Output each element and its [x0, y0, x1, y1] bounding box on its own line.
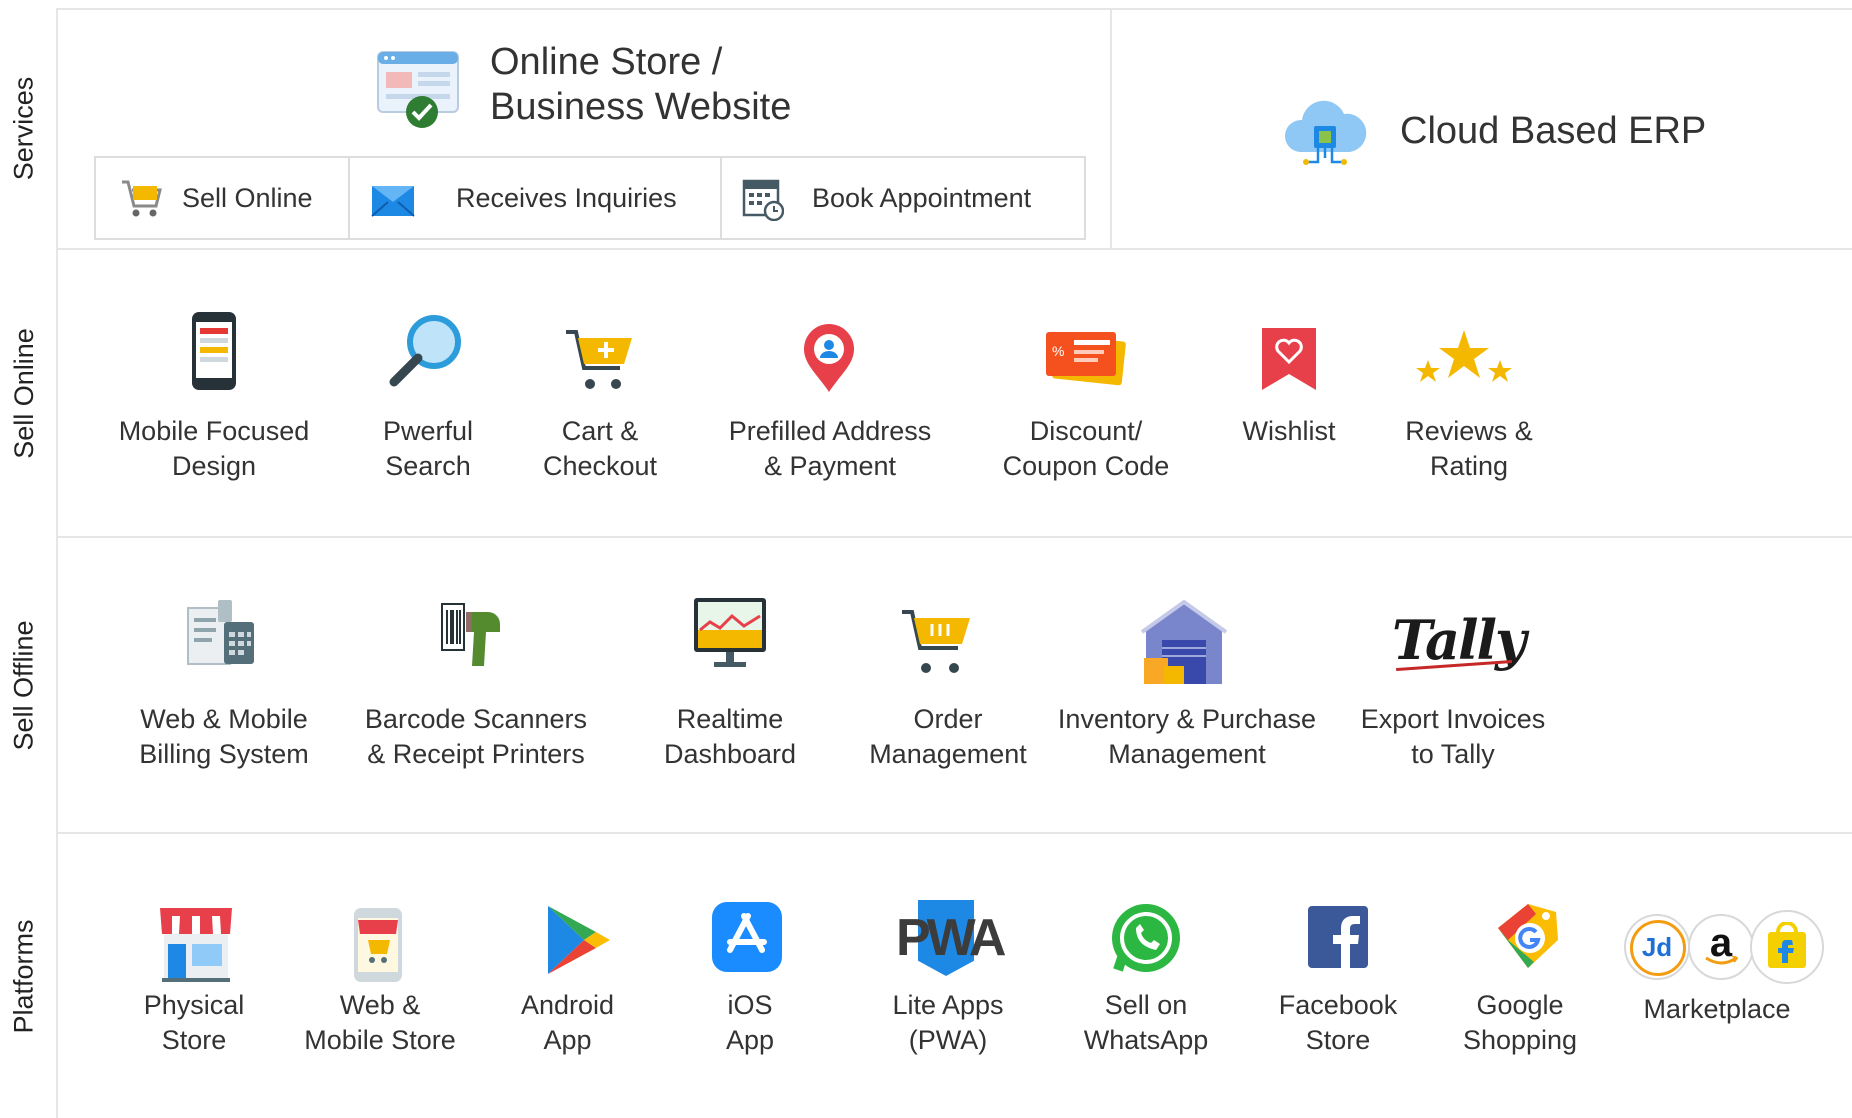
- facebook-icon: [1308, 906, 1368, 968]
- flipkart-logo: [1750, 910, 1824, 984]
- coupon-icon: %: [1046, 332, 1126, 386]
- services-divider: [1110, 8, 1112, 248]
- website-features-bar: Sell Online Receives Inquiries Book Appo…: [94, 156, 1086, 240]
- marketplace-logos-icon: Jd a: [1624, 910, 1830, 984]
- platform-google-shopping: Google Shopping: [1462, 990, 1578, 1055]
- warehouse-icon: [1140, 600, 1228, 684]
- justdial-logo: Jd: [1624, 914, 1690, 980]
- row-label-sell-offline: Sell Offline: [8, 619, 39, 751]
- location-pin-icon: [804, 324, 854, 392]
- row-label-divider: [56, 8, 58, 1118]
- row-label-services: Services: [8, 76, 39, 180]
- amazon-logo: a: [1688, 914, 1754, 980]
- feature-wishlist: Wishlist: [1242, 416, 1336, 446]
- envelope-icon: [371, 186, 415, 217]
- cart-add-icon: [566, 330, 632, 389]
- physical-store-icon: [160, 908, 232, 982]
- platform-ios-app: iOS App: [725, 990, 775, 1055]
- feature-reviews-rating: Reviews & Rating: [1405, 416, 1533, 481]
- platform-lite-apps: Lite Apps (PWA): [892, 990, 1004, 1055]
- mobile-phone-icon: [192, 312, 236, 390]
- dashboard-monitor-icon: [694, 598, 766, 667]
- receives-inquiries-label: Receives Inquiries: [456, 182, 677, 213]
- platform-marketplace: Marketplace: [1643, 994, 1791, 1024]
- row-divider-3: [56, 832, 1852, 834]
- barcode-scanner-icon: [441, 603, 500, 666]
- svg-text:%: %: [1052, 343, 1064, 359]
- google-shopping-icon: [1498, 904, 1558, 968]
- platform-facebook-store: Facebook Store: [1278, 990, 1398, 1055]
- feature-billing-system: Web & Mobile Billing System: [139, 704, 309, 769]
- online-store-title: Online Store / Business Website: [490, 41, 792, 128]
- book-appointment-feature: Book Appointment: [722, 158, 1084, 238]
- shopping-cart-icon: [122, 180, 162, 217]
- feature-inventory-purchase: Inventory & Purchase Management: [1057, 704, 1317, 769]
- top-border: [56, 8, 1852, 10]
- pwa-logo: PWA: [896, 900, 1006, 976]
- tally-logo: Tally: [1392, 608, 1526, 672]
- row-label-sell-online: Sell Online: [8, 327, 39, 459]
- platform-web-mobile-store: Web & Mobile Store: [304, 990, 456, 1055]
- row-divider-2: [56, 536, 1852, 538]
- book-appointment-label: Book Appointment: [812, 182, 1032, 213]
- feature-mobile-focused-design: Mobile Focused Design: [118, 416, 310, 481]
- receives-inquiries-feature: Receives Inquiries: [350, 158, 722, 238]
- feature-order-management: Order Management: [869, 704, 1027, 769]
- mobile-store-icon: [354, 908, 402, 982]
- sell-online-label: Sell Online: [182, 182, 313, 213]
- row-label-platforms: Platforms: [8, 918, 39, 1034]
- calendar-icon: [742, 179, 784, 221]
- magnifier-icon: [389, 315, 461, 387]
- feature-barcode-scanners: Barcode Scanners & Receipt Printers: [364, 704, 588, 769]
- feature-cart-checkout: Cart & Checkout: [542, 416, 658, 481]
- platform-android-app: Android App: [520, 990, 615, 1055]
- billing-icon: [187, 600, 254, 665]
- app-store-icon: [712, 902, 782, 972]
- feature-realtime-dashboard: Realtime Dashboard: [663, 704, 797, 769]
- wishlist-bookmark-icon: [1262, 328, 1316, 390]
- platform-physical-store: Physical Store: [143, 990, 245, 1055]
- sell-online-feature: Sell Online: [96, 158, 350, 238]
- feature-export-tally: Export Invoices to Tally: [1360, 704, 1546, 769]
- website-icon: [377, 51, 459, 128]
- whatsapp-icon: [1112, 904, 1180, 972]
- feature-grid: Services Sell Online Sell Offline Platfo…: [0, 0, 1852, 1118]
- cloud-erp-icon: [1284, 100, 1367, 165]
- feature-discount-coupon: Discount/ Coupon Code: [1002, 416, 1170, 481]
- feature-prefilled-address: Prefilled Address & Payment: [728, 416, 932, 481]
- cloud-erp-title: Cloud Based ERP: [1400, 110, 1707, 152]
- stars-icon: [1416, 330, 1512, 382]
- feature-powerful-search: Pwerful Search: [382, 416, 474, 481]
- order-cart-icon: [902, 610, 970, 673]
- platform-whatsapp: Sell on WhatsApp: [1083, 990, 1209, 1055]
- google-play-icon: [548, 906, 610, 974]
- row-divider-1: [56, 248, 1852, 250]
